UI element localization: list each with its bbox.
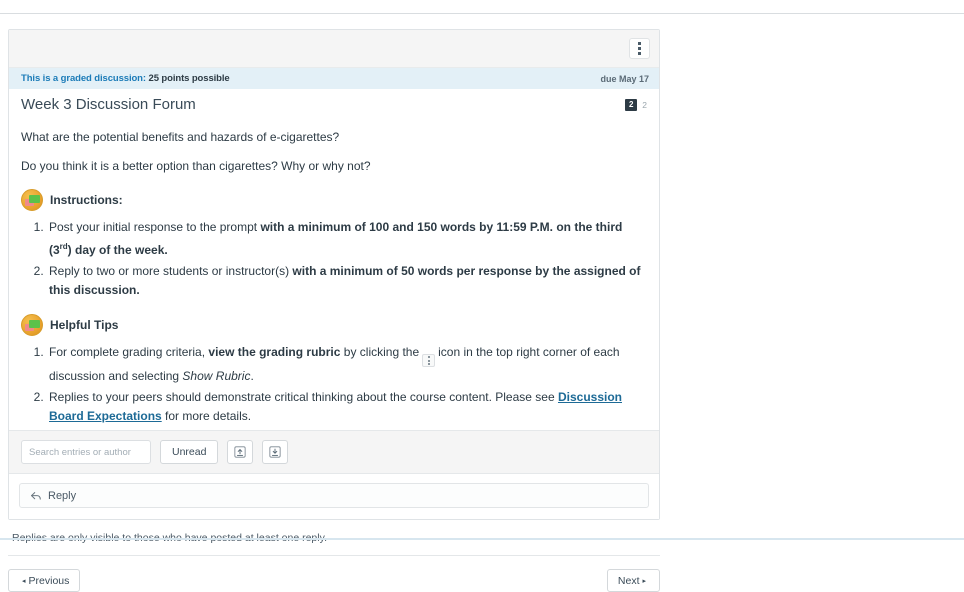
unread-counter: 2 2 [625, 99, 649, 111]
search-input[interactable] [21, 440, 151, 464]
title-row: Week 3 Discussion Forum 2 2 [9, 89, 659, 117]
graded-notice: This is a graded discussion: 25 points p… [21, 73, 230, 84]
prompt-line-1: What are the potential benefits and haza… [21, 130, 340, 144]
tips-item1-part1: For complete grading criteria, [49, 345, 209, 359]
left-caret-icon: ◂ [22, 577, 26, 585]
tips-item1-bold: view the grading rubric [208, 345, 341, 359]
collapse-threads-button[interactable] [227, 440, 254, 464]
list-item: Replies to your peers should demonstrate… [47, 388, 647, 426]
page-title: Week 3 Discussion Forum [21, 96, 196, 113]
kebab-dot [638, 47, 641, 50]
prompt-line-2: Do you think it is a better option than … [21, 159, 371, 173]
discussion-body: What are the potential benefits and haza… [9, 129, 659, 426]
bottom-divider [0, 538, 964, 540]
kebab-dot [638, 52, 641, 55]
instructions-title: Instructions: [50, 192, 123, 207]
replies-visibility-note: Replies are only visible to those who ha… [8, 520, 660, 544]
graded-discussion-banner: This is a graded discussion: 25 points p… [9, 68, 659, 89]
discussion-toolbar: Unread [9, 430, 659, 473]
unread-filter-button[interactable]: Unread [160, 440, 219, 464]
tips-item1-part2: by clicking the [340, 345, 420, 359]
unread-badge: 2 [625, 99, 638, 111]
top-divider [0, 13, 964, 14]
list-item: Reply to two or more students or instruc… [47, 262, 647, 300]
expand-threads-button[interactable] [262, 440, 289, 464]
helpful-tips-title: Helpful Tips [50, 317, 119, 332]
helpful-tips-heading: Helpful Tips [21, 314, 647, 336]
instructions-item1-sup: rd [59, 242, 68, 251]
right-caret-icon: ▸ [642, 577, 646, 585]
tips-item1-part4: . [250, 369, 254, 383]
graded-notice-label: This is a graded discussion: [21, 73, 146, 84]
instructions-heading: Instructions: [21, 189, 647, 211]
previous-button[interactable]: ◂ Previous [8, 569, 81, 592]
list-item: Post your initial response to the prompt… [47, 218, 647, 260]
reply-zone: Reply [9, 473, 659, 519]
pagination: ◂ Previous Next ▸ [8, 556, 660, 592]
helpful-tips-list: For complete grading criteria, view the … [21, 343, 647, 426]
due-date: due May 17 [600, 73, 649, 84]
instructions-item2-plain: Reply to two or more students or instruc… [49, 264, 293, 278]
tips-item2-part1: Replies to your peers should demonstrate… [49, 390, 558, 404]
next-label: Next [617, 574, 640, 587]
inline-kebab-menu-icon [422, 354, 436, 367]
list-item: For complete grading criteria, view the … [47, 343, 647, 386]
tips-item1-italic: Show Rubric [182, 369, 251, 383]
discussion-page: This is a graded discussion: 25 points p… [8, 29, 660, 592]
reply-arrow-icon [31, 491, 41, 500]
discussion-panel: This is a graded discussion: 25 points p… [8, 29, 660, 520]
next-button[interactable]: Next ▸ [606, 569, 660, 592]
instructions-list: Post your initial response to the prompt… [21, 218, 647, 300]
tips-item2-part2: for more details. [161, 409, 252, 423]
instructions-item1-bold-b: ) day of the week. [67, 243, 168, 257]
reply-button[interactable]: Reply [19, 483, 649, 508]
graded-notice-points: 25 points possible [148, 73, 230, 84]
previous-label: Previous [28, 574, 70, 587]
instructions-item1-plain: Post your initial response to the prompt [49, 220, 261, 234]
discussion-kebab-menu-button[interactable] [629, 38, 650, 59]
kebab-dot [638, 42, 641, 45]
chat-bubbles-icon [21, 189, 43, 211]
panel-header [9, 30, 659, 68]
expand-threads-icon [269, 446, 282, 458]
chat-bubbles-icon [21, 314, 43, 336]
reply-label: Reply [48, 489, 77, 502]
total-replies-badge: 2 [642, 100, 647, 110]
collapse-threads-icon [234, 446, 247, 458]
